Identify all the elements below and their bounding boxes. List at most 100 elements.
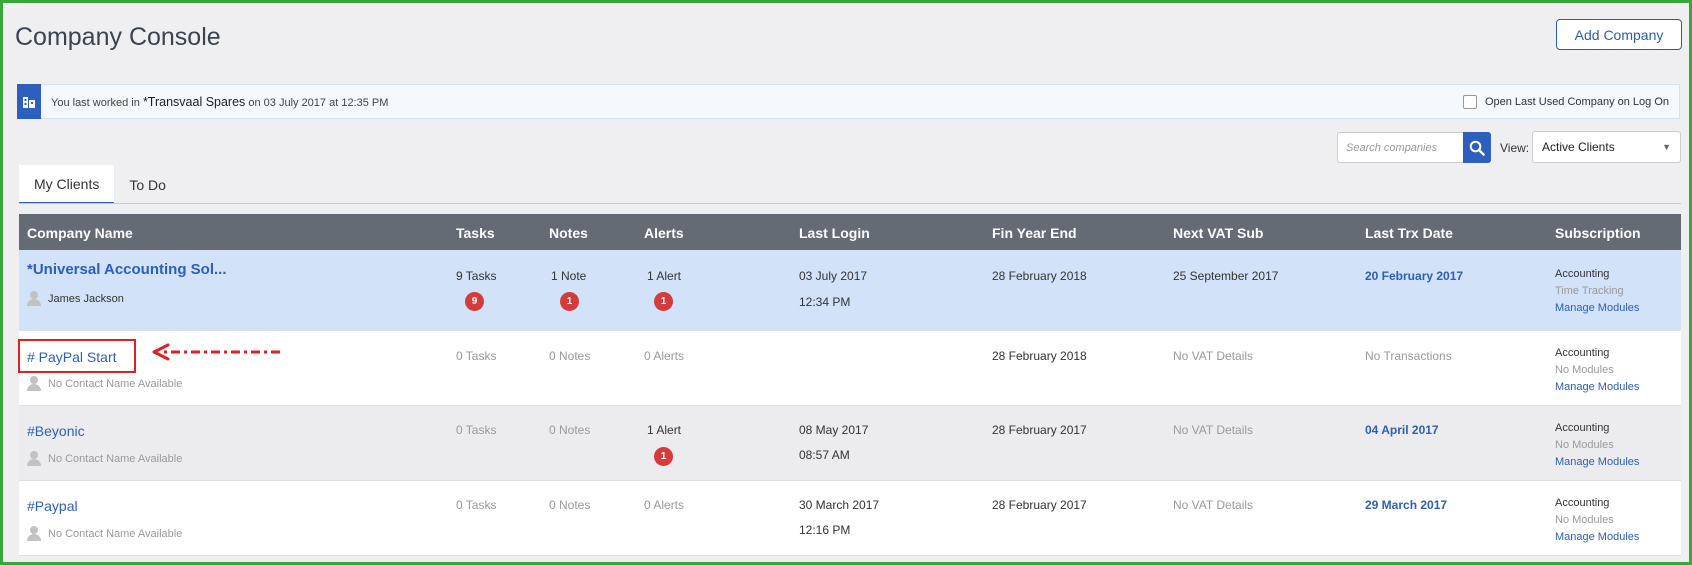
alerts-count[interactable]: 0 Alerts bbox=[644, 349, 684, 363]
clients-table: Company Name Tasks Notes Alerts Last Log… bbox=[19, 214, 1681, 556]
notes-count[interactable]: 1 Note bbox=[551, 269, 586, 283]
company-name-link[interactable]: #Paypal bbox=[27, 498, 78, 514]
last-login-time: 12:34 PM bbox=[799, 295, 851, 309]
alerts-count[interactable]: 1 Alert bbox=[647, 423, 681, 437]
contact-name-text: James Jackson bbox=[48, 292, 124, 305]
company-name-link[interactable]: #Beyonic bbox=[27, 423, 85, 439]
caret-down-icon: ▼ bbox=[1662, 142, 1671, 152]
table-header: Company Name Tasks Notes Alerts Last Log… bbox=[19, 214, 1681, 250]
fin-year-end: 28 February 2018 bbox=[992, 269, 1087, 283]
table-row[interactable]: #Paypal No Contact Name Available 0 Task… bbox=[19, 481, 1681, 556]
contact-name: James Jackson bbox=[27, 291, 124, 306]
header-company-name[interactable]: Company Name bbox=[27, 225, 133, 241]
last-trx-date: No Transactions bbox=[1365, 349, 1452, 363]
manage-modules-link[interactable]: Manage Modules bbox=[1555, 302, 1639, 314]
open-last-checkbox[interactable] bbox=[1462, 95, 1477, 109]
notes-badge[interactable]: 1 bbox=[560, 292, 579, 311]
subscription-main: Accounting bbox=[1555, 497, 1610, 509]
fin-year-end: 28 February 2018 bbox=[992, 349, 1087, 363]
person-icon bbox=[27, 291, 41, 306]
search-icon bbox=[1469, 140, 1485, 156]
next-vat-sub: No VAT Details bbox=[1173, 423, 1254, 437]
open-last-label: Open Last Used Company on Log On bbox=[1484, 96, 1669, 108]
view-label: View: bbox=[1500, 141, 1530, 155]
tasks-badge[interactable]: 9 bbox=[465, 292, 484, 311]
open-last-used-option[interactable]: Open Last Used Company on Log On bbox=[1462, 95, 1669, 109]
notes-count[interactable]: 0 Notes bbox=[549, 349, 590, 363]
company-building-icon bbox=[17, 84, 41, 119]
tasks-count[interactable]: 0 Tasks bbox=[456, 498, 496, 512]
header-fin-year-end[interactable]: Fin Year End bbox=[992, 225, 1077, 241]
contact-name: No Contact Name Available bbox=[27, 451, 182, 466]
manage-modules-link[interactable]: Manage Modules bbox=[1555, 381, 1639, 393]
subscription-modules: No Modules bbox=[1555, 514, 1614, 526]
header-subscription[interactable]: Subscription bbox=[1555, 225, 1641, 241]
fin-year-end: 28 February 2017 bbox=[992, 423, 1087, 437]
tasks-count[interactable]: 9 Tasks bbox=[456, 269, 496, 283]
header-notes[interactable]: Notes bbox=[549, 225, 588, 241]
last-trx-date-link[interactable]: 29 March 2017 bbox=[1365, 498, 1447, 512]
table-row[interactable]: *Universal Accounting Sol... James Jacks… bbox=[19, 250, 1681, 331]
last-worked-notice: You last worked in *Transvaal Spares on … bbox=[17, 84, 1680, 119]
header-tasks[interactable]: Tasks bbox=[456, 225, 495, 241]
person-icon bbox=[27, 526, 41, 541]
header-last-trx-date[interactable]: Last Trx Date bbox=[1365, 225, 1453, 241]
last-company-name: *Transvaal Spares bbox=[142, 94, 246, 109]
app-frame: Company Console Add Company You last wor… bbox=[0, 0, 1692, 565]
contact-name-text: No Contact Name Available bbox=[48, 377, 183, 390]
last-login-time: 08:57 AM bbox=[799, 448, 850, 462]
header-next-vat-sub[interactable]: Next VAT Sub bbox=[1173, 225, 1264, 241]
subscription-modules: No Modules bbox=[1555, 439, 1614, 451]
add-company-button[interactable]: Add Company bbox=[1556, 19, 1682, 50]
tab-my-clients[interactable]: My Clients bbox=[19, 165, 115, 204]
alerts-badge[interactable]: 1 bbox=[654, 447, 673, 466]
manage-modules-link[interactable]: Manage Modules bbox=[1555, 456, 1639, 468]
next-vat-sub: 25 September 2017 bbox=[1173, 269, 1279, 283]
company-name-link[interactable]: *Universal Accounting Sol... bbox=[27, 261, 226, 278]
notice-suffix: on 03 July 2017 at 12:35 PM bbox=[245, 96, 389, 109]
notice-prefix: You last worked in bbox=[51, 96, 143, 109]
tasks-count[interactable]: 0 Tasks bbox=[456, 349, 496, 363]
alerts-count[interactable]: 1 Alert bbox=[647, 269, 681, 283]
last-login-date: 30 March 2017 bbox=[799, 498, 880, 512]
next-vat-sub: No VAT Details bbox=[1173, 349, 1254, 363]
next-vat-sub: No VAT Details bbox=[1173, 498, 1254, 512]
annotation-highlight-box bbox=[18, 339, 136, 373]
person-icon bbox=[27, 376, 41, 391]
last-worked-message: You last worked in *Transvaal Spares on … bbox=[51, 95, 388, 109]
search-button[interactable] bbox=[1463, 132, 1491, 163]
view-select-value: Active Clients bbox=[1542, 140, 1615, 154]
last-login-time: 12:16 PM bbox=[799, 523, 851, 537]
subscription-modules: Time Tracking bbox=[1555, 285, 1624, 297]
last-login-date: 03 July 2017 bbox=[799, 269, 868, 283]
tab-to-do[interactable]: To Do bbox=[114, 165, 181, 204]
person-icon bbox=[27, 451, 41, 466]
last-login-date: 08 May 2017 bbox=[799, 423, 869, 437]
alerts-count[interactable]: 0 Alerts bbox=[644, 498, 684, 512]
tasks-count[interactable]: 0 Tasks bbox=[456, 423, 496, 437]
contact-name-text: No Contact Name Available bbox=[48, 452, 183, 465]
header-alerts[interactable]: Alerts bbox=[644, 225, 684, 241]
last-trx-date-link[interactable]: 20 February 2017 bbox=[1365, 269, 1463, 283]
notes-count[interactable]: 0 Notes bbox=[549, 498, 590, 512]
notes-count[interactable]: 0 Notes bbox=[549, 423, 590, 437]
header-last-login[interactable]: Last Login bbox=[799, 225, 870, 241]
subscription-modules: No Modules bbox=[1555, 364, 1614, 376]
annotation-arrow-icon bbox=[152, 343, 280, 361]
subscription-main: Accounting bbox=[1555, 347, 1610, 359]
tabs-divider bbox=[19, 203, 1681, 204]
page-title: Company Console bbox=[15, 23, 221, 51]
alerts-badge[interactable]: 1 bbox=[654, 292, 673, 311]
contact-name: No Contact Name Available bbox=[27, 376, 182, 391]
table-row[interactable]: #Beyonic No Contact Name Available 0 Tas… bbox=[19, 406, 1681, 481]
subscription-main: Accounting bbox=[1555, 422, 1610, 434]
subscription-main: Accounting bbox=[1555, 268, 1610, 280]
search-input[interactable]: Search companies bbox=[1337, 132, 1463, 163]
contact-name-text: No Contact Name Available bbox=[48, 527, 183, 540]
fin-year-end: 28 February 2017 bbox=[992, 498, 1087, 512]
tab-bar: My Clients To Do bbox=[19, 165, 181, 204]
last-trx-date-link[interactable]: 04 April 2017 bbox=[1365, 423, 1439, 437]
contact-name: No Contact Name Available bbox=[27, 526, 182, 541]
view-select[interactable]: Active Clients ▼ bbox=[1532, 131, 1681, 163]
manage-modules-link[interactable]: Manage Modules bbox=[1555, 531, 1639, 543]
